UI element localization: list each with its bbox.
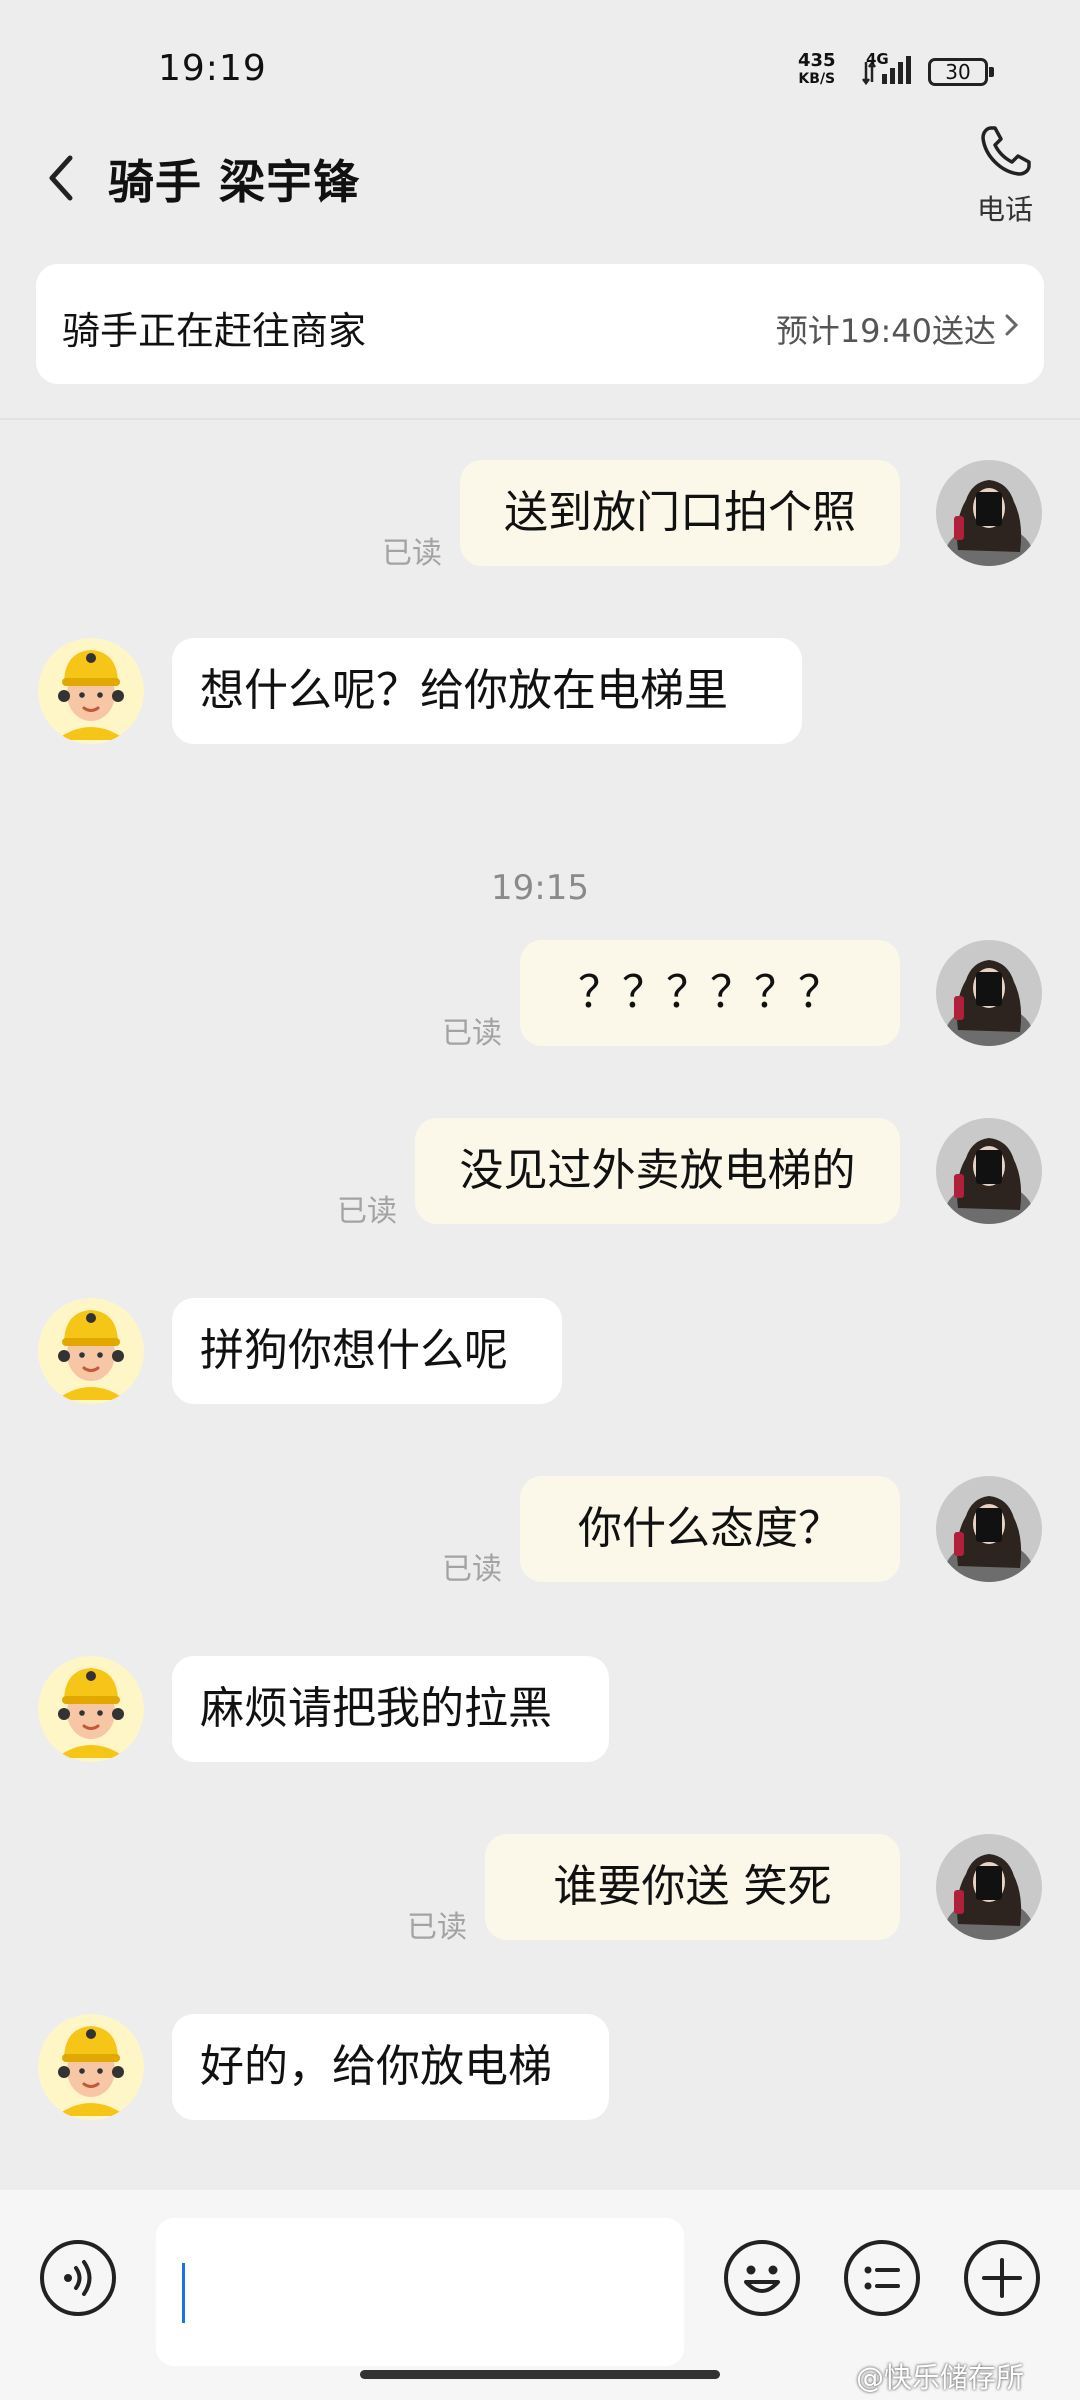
message-bubble[interactable]: 你什么态度？ xyxy=(520,1476,900,1582)
battery-icon: 30 xyxy=(928,58,994,86)
read-receipt: 已读 xyxy=(382,536,442,571)
back-arrow-icon xyxy=(49,155,73,201)
net-speed-unit: KB/S xyxy=(798,71,836,87)
order-status-card[interactable]: 骑手正在赶往商家 预计19:40送达 xyxy=(36,264,1044,384)
user-avatar[interactable] xyxy=(936,1118,1042,1224)
rider-avatar[interactable] xyxy=(38,2014,144,2120)
page-title: 骑手 梁宇锋 xyxy=(108,155,361,209)
voice-icon[interactable] xyxy=(38,2238,118,2318)
call-label: 电话 xyxy=(976,193,1033,226)
status-time: 19:19 xyxy=(158,48,267,89)
plus-icon[interactable] xyxy=(962,2238,1042,2318)
message-bubble[interactable]: 好的，给你放电梯 xyxy=(172,2014,609,2120)
signal-icon: 4G xyxy=(862,50,914,88)
read-receipt: 已读 xyxy=(442,1016,502,1051)
read-receipt: 已读 xyxy=(337,1194,397,1229)
back-button[interactable] xyxy=(38,148,88,208)
rider-avatar[interactable] xyxy=(38,638,144,744)
rider-avatar[interactable] xyxy=(38,1298,144,1404)
message-bubble[interactable]: 麻烦请把我的拉黑 xyxy=(172,1656,609,1762)
chevron-right-icon xyxy=(1005,314,1019,336)
call-button[interactable]: 电话 xyxy=(970,122,1040,232)
quick-reply-icon[interactable] xyxy=(842,2238,922,2318)
message-bubble[interactable]: 谁要你送 笑死 xyxy=(485,1834,900,1940)
message-list[interactable]: 送到放门口拍个照 已读 想什么呢？给你放在电梯里 19:15？？？？？？ 已读 没见过外卖… xyxy=(0,420,1080,2190)
user-avatar[interactable] xyxy=(936,1834,1042,1940)
message-bubble[interactable]: ？？？？？？ xyxy=(520,940,900,1046)
read-receipt: 已读 xyxy=(407,1910,467,1945)
message-bubble[interactable]: 没见过外卖放电梯的 xyxy=(415,1118,900,1224)
net-speed-value: 435 xyxy=(798,50,836,71)
read-receipt: 已读 xyxy=(442,1552,502,1587)
network-type: 4G xyxy=(866,50,889,68)
watermark: @快乐储存所 xyxy=(856,2361,1025,2394)
home-indicator[interactable] xyxy=(360,2370,720,2379)
message-bubble[interactable]: 想什么呢？给你放在电梯里 xyxy=(172,638,802,744)
phone-icon xyxy=(981,126,1031,176)
user-avatar[interactable] xyxy=(936,460,1042,566)
status-bar: 19:19 435 KB/S 4G 30 xyxy=(0,0,1080,120)
message-input[interactable] xyxy=(156,2218,684,2366)
user-avatar[interactable] xyxy=(936,1476,1042,1582)
order-eta: 预计19:40送达 xyxy=(775,312,996,350)
message-bubble[interactable]: 拼狗你想什么呢 xyxy=(172,1298,562,1404)
emoji-icon[interactable] xyxy=(722,2238,802,2318)
message-bubble[interactable]: 送到放门口拍个照 xyxy=(460,460,900,566)
message-timestamp: 19:15 xyxy=(491,868,589,908)
order-status-text: 骑手正在赶往商家 xyxy=(62,309,367,353)
battery-level: 30 xyxy=(945,60,971,84)
text-caret xyxy=(182,2263,185,2323)
net-speed: 435 KB/S xyxy=(798,52,836,88)
chat-header: 骑手 梁宇锋 电话 xyxy=(0,120,1080,250)
user-avatar[interactable] xyxy=(936,940,1042,1046)
rider-avatar[interactable] xyxy=(38,1656,144,1762)
